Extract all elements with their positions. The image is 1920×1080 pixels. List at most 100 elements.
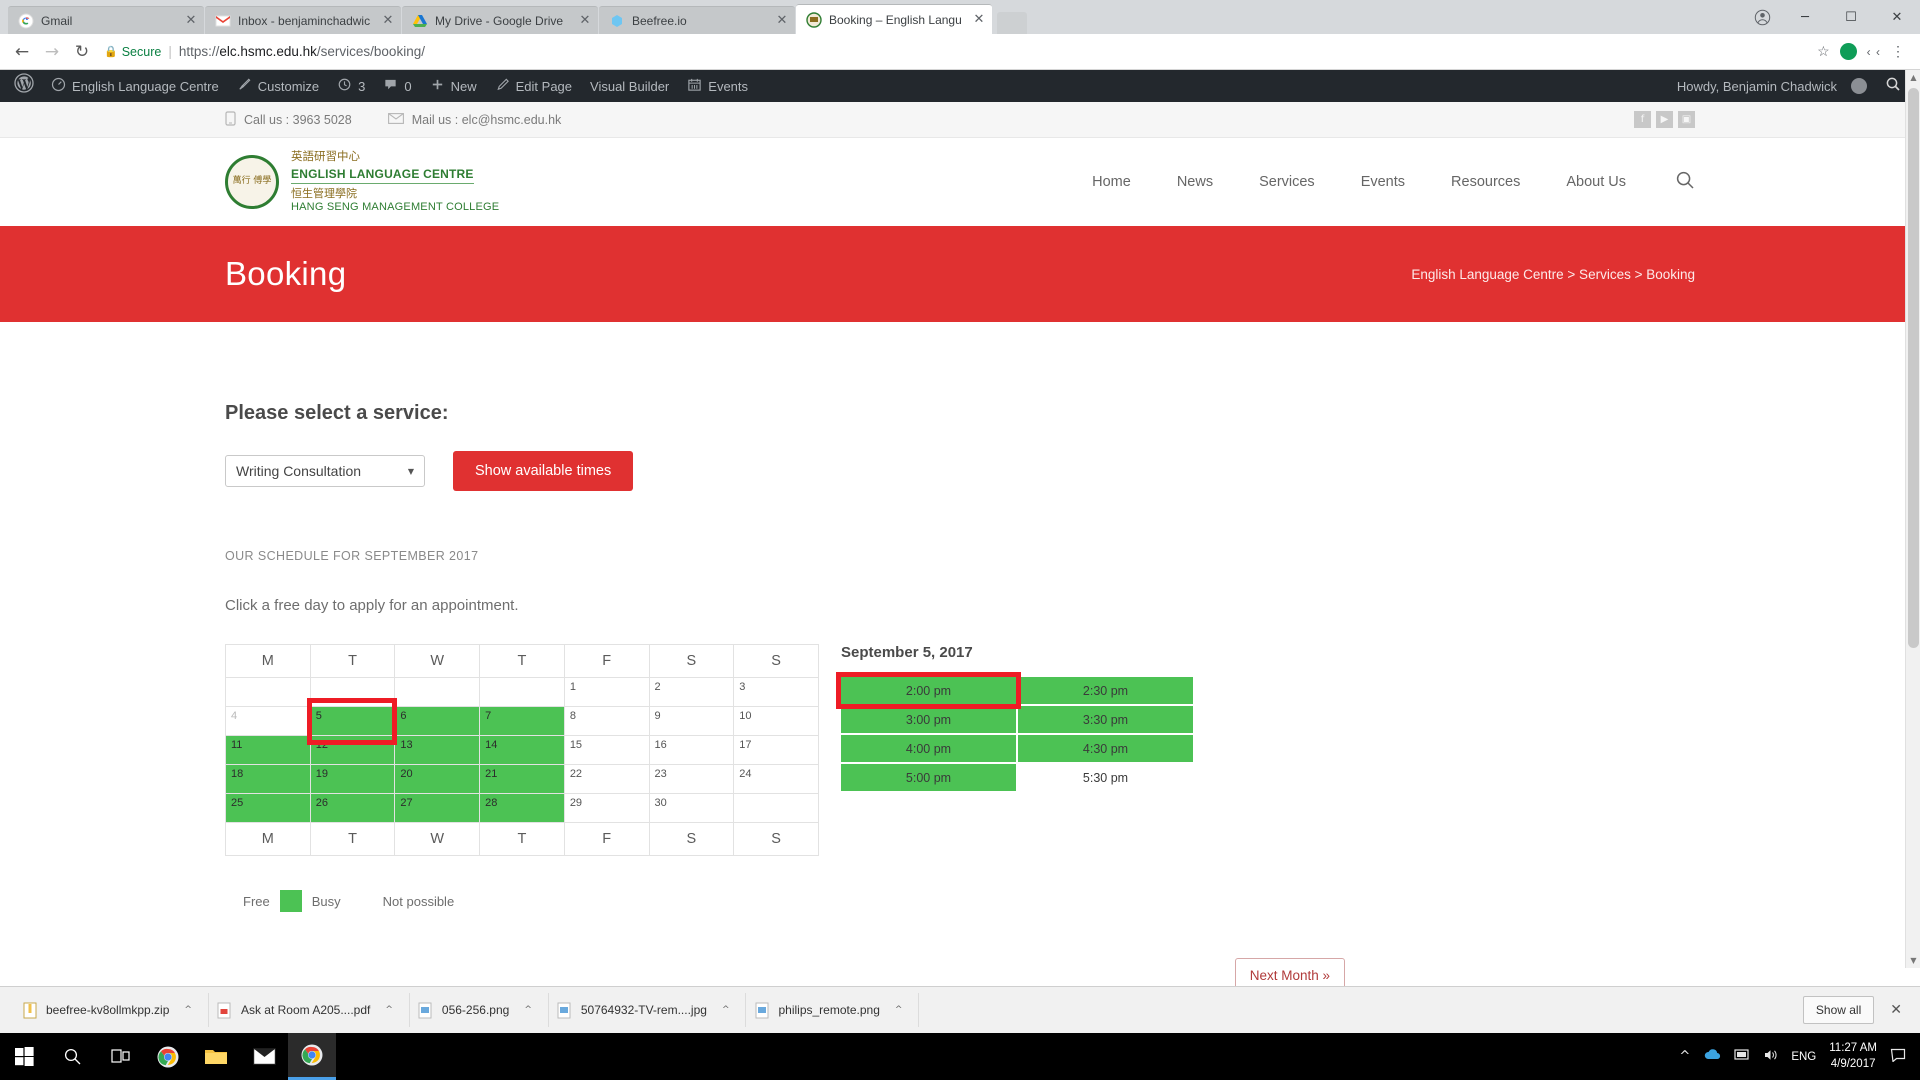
calendar-day[interactable]: 21 bbox=[479, 764, 565, 794]
time-slot[interactable]: 4:30 pm bbox=[1018, 735, 1193, 762]
page-scrollbar[interactable]: ▲ ▼ bbox=[1905, 70, 1920, 968]
show-all-downloads-button[interactable]: Show all bbox=[1802, 996, 1875, 1024]
browser-tab[interactable]: Gmail ✕ bbox=[8, 6, 204, 34]
reload-icon[interactable]: ↻ bbox=[68, 38, 96, 66]
calendar-day[interactable]: 17 bbox=[733, 735, 819, 765]
calendar-day[interactable]: 29 bbox=[563, 793, 650, 823]
service-select[interactable]: Writing Consultation ▼ bbox=[225, 455, 425, 487]
calendar-day-selected[interactable]: 5 bbox=[306, 698, 397, 745]
calendar-day[interactable]: 2 bbox=[648, 677, 735, 707]
calendar-day[interactable]: 16 bbox=[648, 735, 735, 765]
download-item[interactable]: philips_remote.png ^ bbox=[746, 993, 920, 1027]
nav-item-resources[interactable]: Resources bbox=[1428, 174, 1543, 190]
adminbar-item-edit-page[interactable]: Edit Page bbox=[486, 70, 581, 102]
action-center-icon[interactable] bbox=[1890, 1048, 1906, 1066]
taskbar-app-file-explorer-icon[interactable] bbox=[192, 1033, 240, 1080]
tray-expand-chevron-icon[interactable]: ^ bbox=[1679, 1049, 1690, 1064]
maximize-button[interactable]: ☐ bbox=[1828, 0, 1874, 34]
download-item[interactable]: Ask at Room A205....pdf ^ bbox=[209, 993, 410, 1027]
time-slot[interactable]: 3:00 pm bbox=[841, 706, 1016, 733]
close-icon[interactable]: ✕ bbox=[578, 14, 592, 28]
volume-icon[interactable] bbox=[1763, 1048, 1778, 1066]
youtube-icon[interactable]: ▶ bbox=[1656, 111, 1673, 128]
close-icon[interactable]: ✕ bbox=[775, 14, 789, 28]
calendar-day[interactable]: 12 bbox=[309, 735, 396, 765]
nav-item-home[interactable]: Home bbox=[1069, 174, 1154, 190]
browser-tab-active[interactable]: Booking – English Langu ✕ bbox=[796, 4, 992, 34]
calendar-day[interactable]: 11 bbox=[225, 735, 311, 765]
language-indicator[interactable]: ENG bbox=[1791, 1051, 1816, 1063]
new-tab-button[interactable] bbox=[997, 12, 1027, 34]
taskbar-app-chrome-active-icon[interactable] bbox=[288, 1033, 336, 1080]
time-slot[interactable]: 5:00 pm bbox=[841, 764, 1016, 791]
time-slot[interactable]: 2:30 pm bbox=[1018, 677, 1193, 704]
onedrive-icon[interactable] bbox=[1703, 1048, 1721, 1065]
adminbar-item-updates[interactable]: 3 bbox=[328, 70, 374, 102]
adminbar-item-site[interactable]: English Language Centre bbox=[42, 70, 228, 102]
browser-tab[interactable]: Beefree.io ✕ bbox=[599, 6, 795, 34]
extension-icon[interactable] bbox=[1839, 43, 1857, 60]
browser-tab[interactable]: Inbox - benjaminchadwic ✕ bbox=[205, 6, 401, 34]
download-item[interactable]: beefree-kv8ollmkpp.zip ^ bbox=[14, 993, 209, 1027]
calendar-day[interactable]: 20 bbox=[394, 764, 481, 794]
profile-icon[interactable] bbox=[1742, 0, 1782, 34]
calendar-day[interactable]: 6 bbox=[394, 706, 481, 736]
calendar-day[interactable]: 22 bbox=[563, 764, 650, 794]
taskbar-app-mail-icon[interactable] bbox=[240, 1033, 288, 1080]
calendar-day[interactable]: 7 bbox=[479, 706, 565, 736]
calendar-day[interactable]: 9 bbox=[648, 706, 735, 736]
close-icon[interactable]: ✕ bbox=[972, 13, 986, 27]
show-available-times-button[interactable]: Show available times bbox=[453, 451, 634, 491]
calendar-day[interactable]: 3 bbox=[733, 677, 819, 707]
time-slot[interactable]: 3:30 pm bbox=[1018, 706, 1193, 733]
close-icon[interactable]: ✕ bbox=[184, 14, 198, 28]
chevron-up-icon[interactable]: ^ bbox=[895, 1005, 903, 1015]
adminbar-item-visual-builder[interactable]: Visual Builder bbox=[581, 70, 678, 102]
clock[interactable]: 11:27 AM 4/9/2017 bbox=[1829, 1041, 1877, 1072]
calendar-day[interactable]: 8 bbox=[563, 706, 650, 736]
task-view-icon[interactable] bbox=[96, 1033, 144, 1080]
chrome-menu-icon[interactable]: ⋮ bbox=[1891, 43, 1906, 60]
chevron-up-icon[interactable]: ^ bbox=[524, 1005, 532, 1015]
nav-item-services[interactable]: Services bbox=[1236, 174, 1338, 190]
breadcrumb[interactable]: English Language Centre > Services > Boo… bbox=[1411, 267, 1695, 282]
facebook-icon[interactable]: f bbox=[1634, 111, 1651, 128]
download-item[interactable]: 056-256.png ^ bbox=[410, 993, 549, 1027]
adminbar-item-events[interactable]: Events bbox=[678, 70, 757, 102]
site-logo[interactable]: 萬行 傅學 英語研習中心 ENGLISH LANGUAGE CENTRE 恒生管… bbox=[225, 149, 499, 214]
nav-item-news[interactable]: News bbox=[1154, 174, 1236, 190]
calendar-day[interactable]: 26 bbox=[309, 793, 396, 823]
calendar-day[interactable]: 4 bbox=[225, 706, 311, 736]
taskbar-app-chrome-icon[interactable] bbox=[144, 1033, 192, 1080]
calendar-day[interactable]: 27 bbox=[394, 793, 481, 823]
chevron-up-icon[interactable]: ^ bbox=[184, 1005, 192, 1015]
nav-item-events[interactable]: Events bbox=[1338, 174, 1428, 190]
back-icon[interactable]: ← bbox=[8, 38, 36, 66]
email-contact[interactable]: Mail us : elc@hsmc.edu.hk bbox=[387, 113, 561, 127]
network-icon[interactable] bbox=[1734, 1048, 1750, 1066]
scroll-down-arrow-icon[interactable]: ▼ bbox=[1906, 953, 1920, 968]
calendar-day[interactable]: 25 bbox=[225, 793, 311, 823]
start-button[interactable] bbox=[0, 1033, 48, 1080]
time-slot[interactable]: 4:00 pm bbox=[841, 735, 1016, 762]
time-slot-selected[interactable]: 2:00 pm bbox=[836, 672, 1021, 709]
calendar-day[interactable]: 10 bbox=[733, 706, 819, 736]
address-bar[interactable]: 🔒 Secure | https://elc.hsmc.edu.hk/servi… bbox=[104, 39, 1807, 65]
taskbar-search-icon[interactable] bbox=[48, 1033, 96, 1080]
adminbar-howdy[interactable]: Howdy, Benjamin Chadwick bbox=[1668, 70, 1876, 102]
wordpress-icon[interactable] bbox=[6, 73, 42, 99]
adminbar-item-new[interactable]: New bbox=[421, 70, 486, 102]
calendar-day[interactable]: 30 bbox=[648, 793, 735, 823]
scroll-up-arrow-icon[interactable]: ▲ bbox=[1906, 70, 1920, 85]
calendar-day[interactable]: 18 bbox=[225, 764, 311, 794]
close-icon[interactable]: ✕ bbox=[1890, 1002, 1902, 1018]
extension-arrows-icon[interactable]: ‹ ‹ bbox=[1867, 45, 1881, 59]
adminbar-item-customize[interactable]: Customize bbox=[228, 70, 328, 102]
chevron-up-icon[interactable]: ^ bbox=[385, 1005, 393, 1015]
calendar-day[interactable]: 15 bbox=[563, 735, 650, 765]
download-item[interactable]: 50764932-TV-rem....jpg ^ bbox=[549, 993, 747, 1027]
calendar-day[interactable]: 28 bbox=[479, 793, 565, 823]
adminbar-item-comments[interactable]: 0 bbox=[374, 70, 420, 102]
browser-tab[interactable]: My Drive - Google Drive ✕ bbox=[402, 6, 598, 34]
minimize-button[interactable]: ─ bbox=[1782, 0, 1828, 34]
